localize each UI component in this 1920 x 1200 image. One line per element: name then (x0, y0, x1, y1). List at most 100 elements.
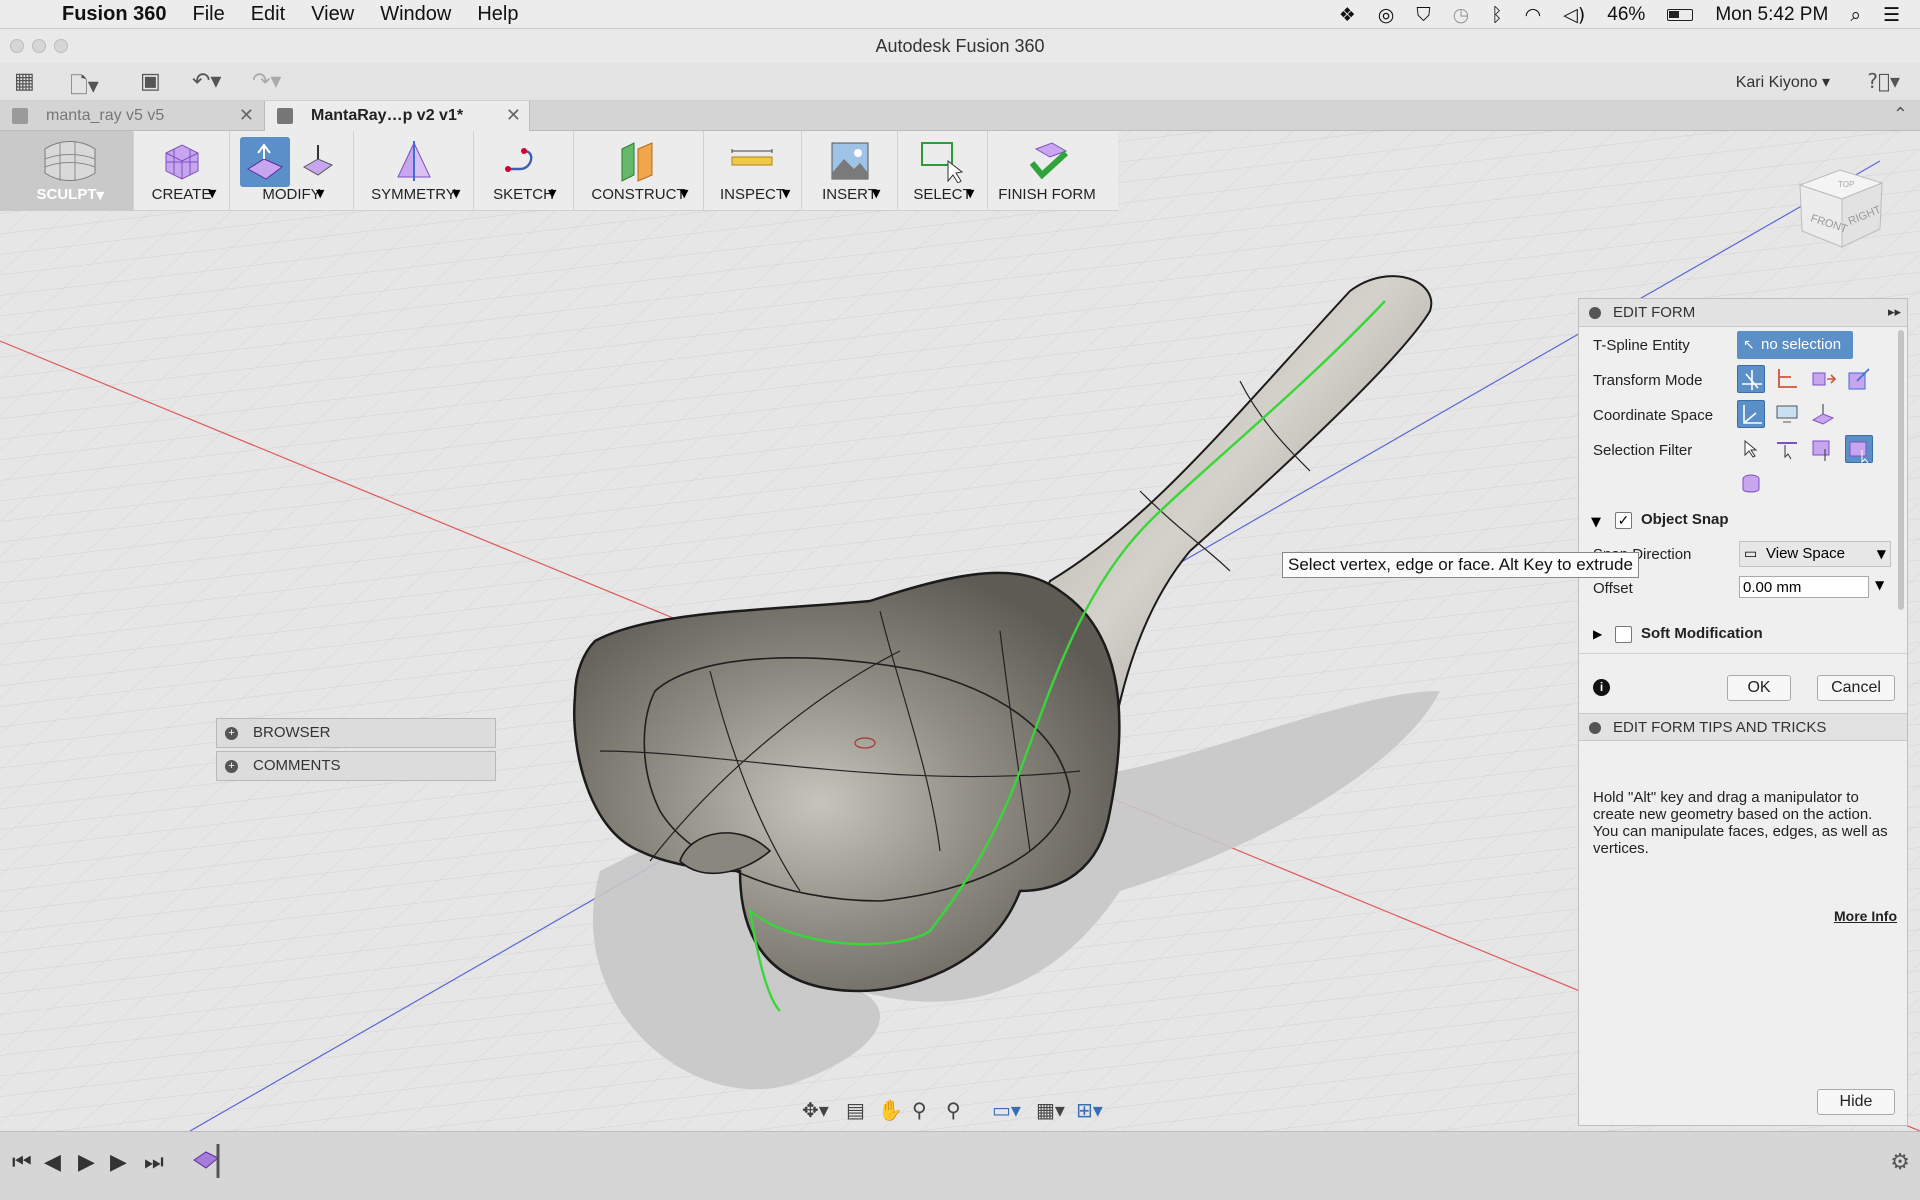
undo-icon[interactable]: ↶▾ (192, 69, 221, 94)
time-machine-icon[interactable]: ◷ (1453, 4, 1470, 26)
fit-window-icon[interactable]: ⚲ (946, 1098, 961, 1122)
offset-input[interactable] (1739, 576, 1869, 598)
tspline-entity-value: no selection (1761, 336, 1842, 353)
translation-mode-icon[interactable] (1773, 365, 1801, 393)
menu-edit[interactable]: Edit (251, 3, 285, 26)
finish-form-button[interactable]: FINISH FORM (988, 131, 1106, 211)
dropbox-icon[interactable]: ❖ (1339, 4, 1356, 26)
browser-panel-header[interactable]: + BROWSER (216, 718, 496, 748)
cursor-arrow-icon: ↖ (1743, 337, 1755, 353)
close-tab-icon[interactable]: ✕ (506, 101, 521, 131)
menu-view[interactable]: View (311, 3, 354, 26)
display-settings-icon[interactable]: ▭▾ (992, 1098, 1021, 1122)
user-account-menu[interactable]: Kari Kiyono ▾ (1736, 72, 1830, 92)
minimize-window-button[interactable] (32, 39, 46, 53)
battery-percent[interactable]: 46% (1607, 4, 1645, 26)
chevron-down-icon: ▼ (1876, 547, 1886, 561)
select-menu[interactable]: SELECT (898, 131, 988, 211)
expand-plus-icon[interactable]: + (225, 727, 238, 740)
pull-tool-icon[interactable] (298, 141, 338, 181)
menu-window[interactable]: Window (380, 3, 451, 26)
zoom-icon[interactable]: ⚲ (912, 1098, 927, 1122)
clock[interactable]: Mon 5:42 PM (1715, 4, 1828, 26)
bluetooth-icon[interactable]: ᛒ (1491, 4, 1502, 26)
save-icon[interactable]: ▣ (140, 69, 161, 94)
collapse-triangle-icon[interactable]: ▼ (1591, 515, 1601, 530)
offset-unit-dropdown-icon[interactable]: ▼ (1875, 578, 1884, 592)
snap-direction-dropdown[interactable]: ▭ View Space ▼ (1739, 541, 1891, 567)
rotation-mode-icon[interactable] (1809, 365, 1837, 393)
viewcube-top-label[interactable]: TOP (1838, 180, 1854, 189)
panel-scrollbar[interactable] (1898, 330, 1904, 610)
insert-menu[interactable]: INSERT (802, 131, 898, 211)
gear-icon[interactable]: ⚙ (1890, 1150, 1910, 1175)
zoom-window-button[interactable] (54, 39, 68, 53)
grid-settings-icon[interactable]: ▦▾ (1036, 1098, 1065, 1122)
face-filter-icon[interactable] (1809, 435, 1837, 463)
menu-file[interactable]: File (192, 3, 224, 26)
edit-form-active-tool[interactable] (240, 137, 290, 187)
step-forward-icon[interactable]: ▶ (110, 1150, 127, 1175)
tips-header[interactable]: EDIT FORM TIPS AND TRICKS (1579, 713, 1907, 741)
soft-modification-checkbox[interactable] (1615, 626, 1632, 643)
volume-icon[interactable]: ◁) (1563, 4, 1585, 26)
multi-transform-mode-icon[interactable] (1737, 365, 1765, 393)
look-at-icon[interactable]: ▤ (846, 1098, 865, 1122)
go-to-start-icon[interactable]: ⏮ (12, 1150, 32, 1175)
close-tab-icon[interactable]: ✕ (239, 101, 254, 131)
coordinate-space-label: Coordinate Space (1593, 407, 1714, 424)
tab-manta-ray-v5[interactable]: manta_ray v5 v5 ✕ (0, 101, 262, 131)
tspline-entity-selector[interactable]: ↖ no selection (1737, 331, 1853, 359)
go-to-end-icon[interactable]: ⏭ (144, 1150, 164, 1175)
comments-panel-header[interactable]: + COMMENTS (216, 751, 496, 781)
collapse-minus-icon[interactable] (1589, 722, 1601, 734)
help-icon[interactable]: ?⃝▾ (1867, 69, 1900, 93)
close-window-button[interactable] (10, 39, 24, 53)
expand-plus-icon[interactable]: + (225, 760, 238, 773)
creative-cloud-icon[interactable]: ◎ (1378, 4, 1395, 26)
play-icon[interactable]: ▶ (78, 1150, 95, 1175)
edge-filter-icon[interactable] (1773, 435, 1801, 463)
tab-mantaray-active[interactable]: MantaRay…p v2 v1* ✕ (264, 101, 530, 131)
orbit-icon[interactable]: ✥▾ (802, 1098, 829, 1122)
expand-triangle-icon[interactable]: ▶ (1593, 627, 1602, 641)
expand-panel-icon[interactable]: ▸▸ (1888, 299, 1901, 327)
edit-form-header[interactable]: EDIT FORM ▸▸ (1579, 299, 1907, 327)
spotlight-search-icon[interactable]: ⌕ (1850, 4, 1861, 26)
step-back-icon[interactable]: ◀ (44, 1150, 61, 1175)
battery-icon[interactable] (1667, 8, 1694, 21)
local-space-icon[interactable] (1809, 400, 1837, 428)
menu-help[interactable]: Help (477, 3, 518, 26)
modify-menu[interactable]: MODIFY (230, 131, 354, 211)
scale-mode-icon[interactable] (1845, 365, 1873, 393)
view-space-icon[interactable] (1773, 400, 1801, 428)
divider (1579, 653, 1907, 654)
redo-icon[interactable]: ↷▾ (252, 69, 281, 94)
notification-center-icon[interactable]: ☰ (1883, 4, 1900, 26)
ok-button[interactable]: OK (1727, 675, 1791, 701)
hide-button[interactable]: Hide (1817, 1089, 1895, 1115)
tspline-entity-label: T-Spline Entity (1593, 337, 1690, 354)
document-cube-icon (12, 108, 28, 124)
vertex-filter-icon[interactable] (1737, 435, 1765, 463)
more-info-link[interactable]: More Info (1834, 908, 1897, 924)
form-feature-timeline-icon[interactable] (190, 1140, 226, 1180)
sketch-menu[interactable]: SKETCH (474, 131, 574, 211)
wifi-icon[interactable]: ◠ (1525, 4, 1542, 26)
collapse-minus-icon[interactable] (1589, 307, 1601, 319)
info-icon[interactable]: i (1593, 679, 1610, 696)
object-snap-checkbox[interactable]: ✓ (1615, 512, 1632, 529)
body-filter-icon[interactable] (1845, 435, 1873, 464)
shield-icon[interactable]: ⛉ (1416, 4, 1430, 26)
cancel-button[interactable]: Cancel (1817, 675, 1895, 701)
app-name-menu[interactable]: Fusion 360 (62, 3, 166, 26)
world-space-icon[interactable] (1737, 400, 1765, 428)
data-panel-grid-icon[interactable]: ▦ (14, 69, 35, 94)
collapse-chevron-icon[interactable]: ⌃ (1893, 104, 1908, 125)
viewports-icon[interactable]: ⊞▾ (1076, 1098, 1103, 1122)
view-cube[interactable]: FRONT RIGHT TOP (1790, 155, 1890, 255)
workspace-switcher-sculpt[interactable]: SCULPT ▼ (0, 131, 134, 211)
dropdown-arrow-icon: ▼ (452, 187, 461, 200)
pan-hand-icon[interactable]: ✋ (878, 1098, 903, 1122)
body-select-icon[interactable] (1737, 469, 1765, 497)
